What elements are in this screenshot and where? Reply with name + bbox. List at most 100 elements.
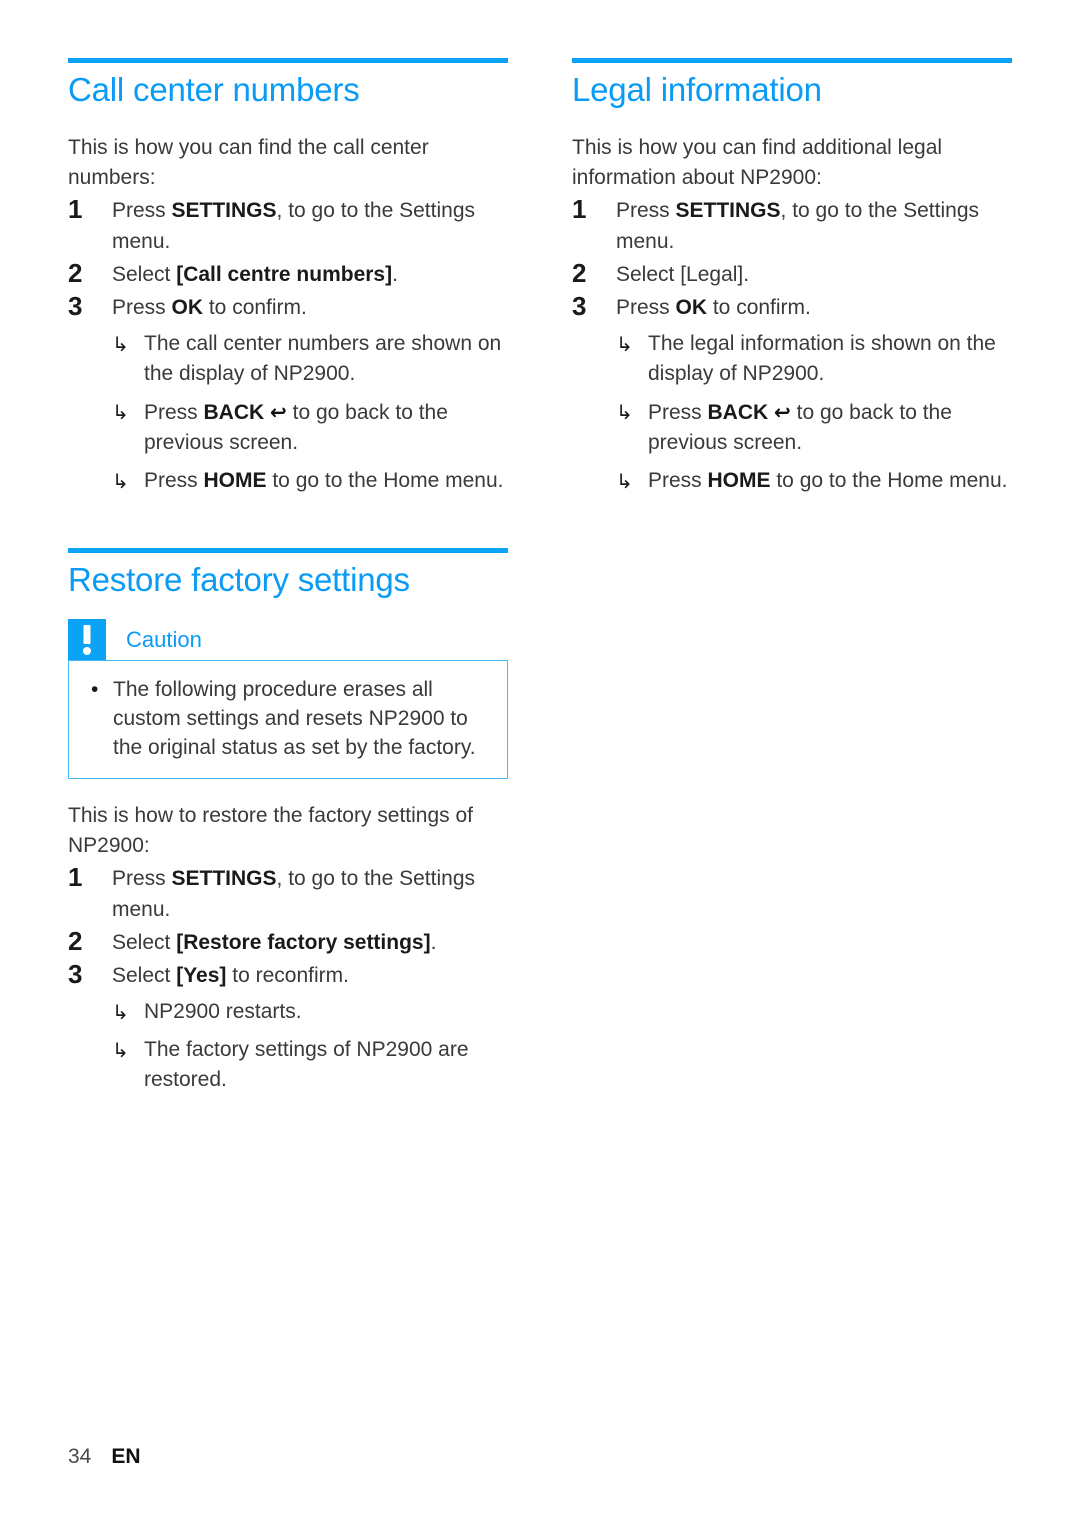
emphasis-text: OK (675, 296, 708, 319)
text-run: . (430, 931, 437, 954)
result-item: ↳ The call center numbers are shown on th… (112, 329, 508, 389)
left-column: Call center numbers This is how you can … (68, 58, 508, 1097)
step-number: 2 (68, 258, 83, 288)
result-item: ↳ Press HOME to go to the Home menu. (112, 466, 508, 496)
result-item: ↳ NP2900 restarts. (112, 997, 508, 1027)
emphasis-text: [Call centre numbers] (176, 263, 393, 286)
bullet-icon: • (91, 678, 99, 701)
text-run: Press (616, 296, 676, 319)
intro-text: This is how you can find the call center… (68, 136, 429, 189)
back-arrow-icon: ↩ (774, 399, 791, 425)
result-text: The legal information is shown on the di… (648, 332, 996, 385)
exclamation-dot (83, 647, 91, 655)
caution-item-list: • The following procedure erases all cust… (85, 675, 491, 762)
step-text: Press SETTINGS, to go to the Settings me… (616, 195, 1012, 257)
step-item: 3 Press OK to confirm. ↳ The call center nu… (68, 291, 508, 496)
step-item: 2 Select [Restore factory settings]. (68, 926, 508, 958)
step-number: 3 (68, 291, 83, 321)
caution-note-header: Caution (68, 619, 508, 660)
section-legal-information: Legal information This is how you can fi… (572, 58, 1012, 496)
result-item: ↳ Press BACK ↩ to go back to the previous… (112, 397, 508, 458)
caution-label: Caution (126, 627, 202, 652)
result-text: Press HOME to go to the Home menu. (144, 469, 503, 492)
emphasis-text: SETTINGS (675, 199, 781, 222)
result-text: The call center numbers are shown on the… (144, 332, 501, 385)
step-text: Select [Legal]. (616, 259, 1012, 290)
step-number: 3 (68, 959, 83, 989)
emphasis-text: OK (171, 296, 204, 319)
result-arrow-icon: ↳ (112, 1000, 129, 1024)
step-text: Press SETTINGS, to go to the Settings me… (112, 195, 508, 257)
result-arrow-icon: ↳ (616, 332, 633, 356)
caution-item: • The following procedure erases all cust… (85, 675, 491, 762)
page-title-restore-factory-settings: Restore factory settings (68, 561, 410, 598)
emphasis-text: HOME (203, 469, 267, 492)
emphasis-text: SETTINGS (171, 199, 277, 222)
text-run: The legal information is shown on the di… (648, 332, 996, 385)
caution-note: Caution • The following procedure erases … (68, 619, 508, 779)
caution-note-body: • The following procedure erases all cust… (68, 660, 508, 779)
right-column: Legal information This is how you can fi… (572, 58, 1012, 498)
emphasis-text: BACK (203, 401, 265, 424)
text-run: to go to the Home menu. (266, 469, 504, 492)
result-arrow-icon: ↳ (616, 469, 633, 493)
result-arrow-icon: ↳ (112, 332, 129, 356)
section-rule (68, 548, 508, 553)
text-run: Press (112, 296, 172, 319)
result-text: Press HOME to go to the Home menu. (648, 469, 1007, 492)
step-number: 1 (572, 194, 587, 224)
emphasis-text: HOME (707, 469, 771, 492)
step-number: 1 (68, 862, 83, 892)
caution-item-text: The following procedure erases all custo… (113, 678, 476, 759)
text-run: Press (144, 469, 204, 492)
page-number: 34 (68, 1445, 92, 1468)
text-run: to go to the Home menu. (770, 469, 1008, 492)
result-text: Press BACK ↩ to go back to the previous … (648, 399, 952, 454)
section-call-center-numbers: Call center numbers This is how you can … (68, 58, 508, 496)
result-text: Press BACK ↩ to go back to the previous … (144, 399, 448, 454)
exclamation-bar (83, 625, 91, 644)
step-text: Select [Call centre numbers]. (112, 259, 508, 290)
text-run: Select (112, 931, 177, 954)
emphasis-text: SETTINGS (171, 867, 277, 890)
step-item: 1 Press SETTINGS, to go to the Settings m… (68, 194, 508, 257)
step-number: 1 (68, 194, 83, 224)
step-item: 1 Press SETTINGS, to go to the Settings m… (68, 862, 508, 925)
emphasis-text: [Yes] (176, 964, 227, 987)
section-rule (572, 58, 1012, 63)
result-item: ↳ Press HOME to go to the Home menu. (616, 466, 1012, 496)
result-list: ↳ The legal information is shown on the d… (616, 329, 1012, 496)
step-number: 2 (572, 258, 587, 288)
text-run: Press (144, 401, 204, 424)
result-item: ↳ The legal information is shown on the d… (616, 329, 1012, 389)
step-text: Press OK to confirm. (112, 292, 508, 323)
text-run: Press (112, 199, 172, 222)
section-restore-factory-settings: Restore factory settings Caution • The fo… (68, 548, 508, 1095)
result-list: ↳ The call center numbers are shown on th… (112, 329, 508, 496)
steps-list: 1 Press SETTINGS, to go to the Settings m… (68, 194, 508, 496)
step-item: 2 Select [Legal]. (572, 258, 1012, 290)
result-item: ↳ The factory settings of NP2900 are rest… (112, 1035, 508, 1095)
text-run: Press (648, 401, 708, 424)
step-item: 1 Press SETTINGS, to go to the Settings m… (572, 194, 1012, 257)
result-arrow-icon: ↳ (112, 400, 129, 424)
step-item: 3 Press OK to confirm. ↳ The legal informat… (572, 291, 1012, 496)
text-run: Select (112, 263, 177, 286)
steps-list: 1 Press SETTINGS, to go to the Settings m… (572, 194, 1012, 496)
step-text: Select [Yes] to reconfirm. (112, 960, 508, 991)
step-item: 2 Select [Call centre numbers]. (68, 258, 508, 290)
result-text: NP2900 restarts. (144, 1000, 302, 1023)
result-arrow-icon: ↳ (112, 469, 129, 493)
text-run: Press (648, 469, 708, 492)
text-run: Press (112, 867, 172, 890)
emphasis-text: BACK (707, 401, 769, 424)
result-arrow-icon: ↳ (616, 400, 633, 424)
page-title-legal-information: Legal information (572, 71, 822, 108)
text-run: Select (112, 964, 177, 987)
intro-text: This is how you can find additional lega… (572, 136, 943, 189)
result-arrow-icon: ↳ (112, 1038, 129, 1062)
text-run: to reconfirm. (226, 964, 349, 987)
caution-icon (68, 619, 106, 660)
steps-list: 1 Press SETTINGS, to go to the Settings m… (68, 862, 508, 1095)
result-list: ↳ NP2900 restarts. ↳ The factory settings o… (112, 997, 508, 1095)
